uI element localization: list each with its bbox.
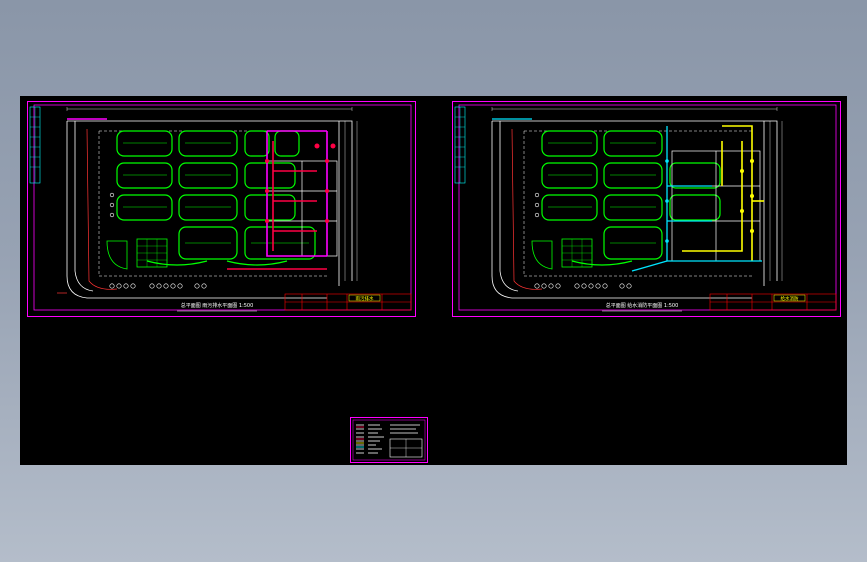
inner-border xyxy=(458,104,837,311)
site-plan-water: 给水消防 总平面图 给水消防平面图 1:500 xyxy=(452,101,841,317)
legend-table-icon xyxy=(350,417,428,463)
inner-border xyxy=(33,104,412,311)
legend-sheet[interactable] xyxy=(350,417,428,463)
caption-text-right: 总平面图 给水消防平面图 1:500 xyxy=(606,302,679,309)
drain-pipes xyxy=(67,118,328,270)
sheet-border xyxy=(27,101,416,317)
title-block xyxy=(709,293,837,311)
water-pipes xyxy=(682,125,764,261)
caption-text-left: 总平面图 雨污排水平面图 1:500 xyxy=(181,302,254,309)
red-boundary xyxy=(57,128,118,294)
main-building xyxy=(671,150,761,262)
stamp-text-left: 雨污排水 xyxy=(356,295,374,302)
guard-building xyxy=(106,238,168,270)
drawing-sheet-left[interactable]: 总平面图 雨污排水平面图 1:500 xyxy=(27,101,417,317)
sheet-border xyxy=(452,101,841,317)
site-boundary xyxy=(66,120,353,299)
drawing-viewport[interactable]: 总平面图 雨污排水平面图 1:500 xyxy=(20,96,847,465)
title-block xyxy=(284,293,412,311)
site-plan-drainage: 雨污排水 总平面图 雨污排水平面图 1:500 xyxy=(27,101,416,317)
site-boundary xyxy=(491,120,778,299)
drawing-sheet-right[interactable]: 给水消防 总平面图 给水消防平面图 1:500 xyxy=(452,101,842,317)
inner-roads xyxy=(98,130,327,277)
guard-building xyxy=(531,238,593,270)
manholes xyxy=(265,143,336,223)
parking-blocks xyxy=(116,130,316,266)
stamp-text-right: 给水消防 xyxy=(781,295,799,302)
